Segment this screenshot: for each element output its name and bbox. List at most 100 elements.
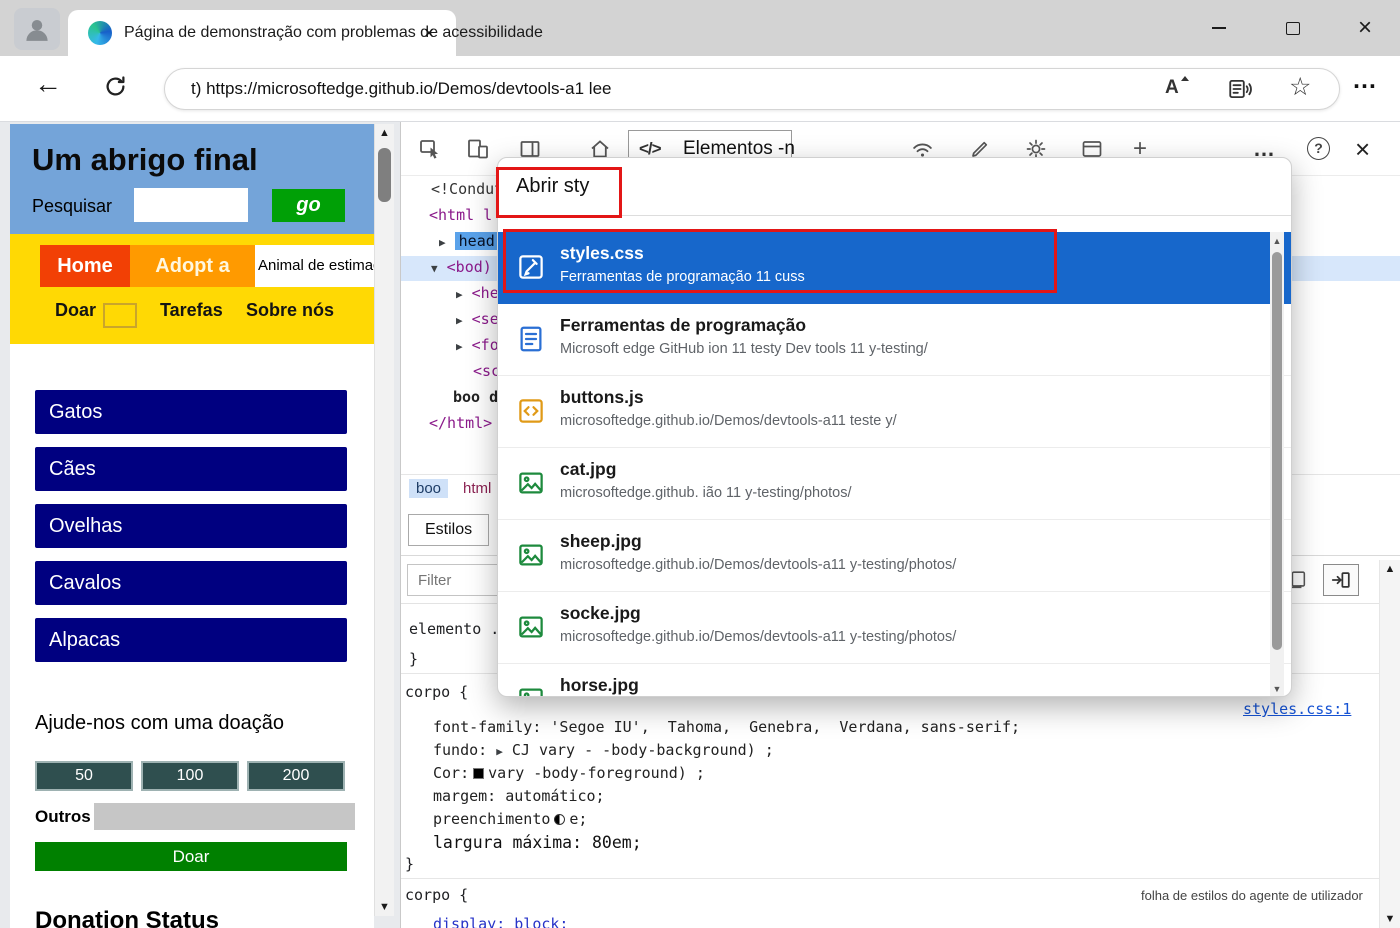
page-scrollbar[interactable]: ▲ ▼ bbox=[374, 124, 394, 916]
donate-button[interactable]: Doar bbox=[35, 842, 347, 871]
tab-estilos[interactable]: Estilos bbox=[408, 514, 489, 546]
expand-icon[interactable]: ▶ bbox=[456, 288, 463, 301]
css-rule2-selector[interactable]: corpo { bbox=[405, 683, 468, 701]
css-prop-display[interactable]: display: block; bbox=[433, 915, 568, 928]
dom-head-label: head bbox=[455, 232, 499, 250]
document-icon bbox=[516, 324, 546, 354]
styles-scrollbar[interactable]: ▲ ▼ bbox=[1379, 560, 1400, 928]
browser-tab[interactable]: Página de demonstração com problemas de … bbox=[68, 10, 456, 56]
profile-avatar[interactable] bbox=[14, 8, 60, 50]
devtools-close-button[interactable]: × bbox=[1355, 122, 1370, 176]
css-rule3-selector[interactable]: corpo { bbox=[405, 886, 468, 904]
dom-body-label: <bod) bbox=[447, 258, 492, 276]
quick-open-query[interactable]: Abrir sty bbox=[516, 158, 589, 214]
collapse-icon[interactable]: ▼ bbox=[431, 262, 438, 275]
result-styles-css[interactable]: styles.css Ferramentas de programação 11… bbox=[498, 232, 1292, 304]
amount-button-100[interactable]: 100 bbox=[141, 761, 239, 791]
category-button-alpacas[interactable]: Alpacas bbox=[35, 618, 347, 662]
amount-button-50[interactable]: 50 bbox=[35, 761, 133, 791]
breadcrumb-body[interactable]: boo bbox=[409, 479, 448, 498]
breadcrumb-html[interactable]: html bbox=[463, 480, 491, 497]
expand-icon[interactable]: ▶ bbox=[439, 236, 446, 249]
favorites-star-icon[interactable]: ☆ bbox=[1289, 72, 1311, 102]
new-style-rule-button[interactable] bbox=[1323, 564, 1359, 596]
url-text: t) https://microsoftedge.github.io/Demos… bbox=[191, 69, 612, 109]
tab-close-icon[interactable]: × bbox=[417, 21, 441, 45]
window-close-button[interactable]: × bbox=[1342, 13, 1388, 43]
webpage-viewport: Um abrigo final Pesquisar go Home Adopt … bbox=[10, 124, 374, 928]
css-prop-margin[interactable]: margem: automático; bbox=[433, 787, 605, 805]
result-socke-jpg[interactable]: socke.jpg microsoftedge.github.io/Demos/… bbox=[498, 592, 1292, 664]
address-bar[interactable]: t) https://microsoftedge.github.io/Demos… bbox=[164, 68, 1340, 110]
browser-toolbar: ← t) https://microsoftedge.github.io/Dem… bbox=[0, 56, 1400, 122]
help-button[interactable]: ? bbox=[1307, 137, 1330, 160]
scroll-up-icon[interactable]: ▲ bbox=[375, 127, 394, 139]
result-ferramentas[interactable]: Ferramentas de programação Microsoft edg… bbox=[498, 304, 1292, 376]
nav-doar[interactable]: Doar bbox=[55, 300, 96, 321]
expand-icon[interactable]: ▶ bbox=[456, 340, 463, 353]
color-swatch[interactable] bbox=[473, 768, 484, 779]
category-button-gatos[interactable]: Gatos bbox=[35, 390, 347, 434]
result-subtitle: microsoftedge.github.io/Demos/devtools-a… bbox=[560, 557, 956, 573]
scrollbar-thumb[interactable] bbox=[1272, 252, 1282, 650]
agent-stylesheet-note: folha de estilos do agente de utilizador bbox=[1141, 888, 1363, 903]
dom-child-section[interactable]: ▶ <se bbox=[456, 310, 499, 328]
result-title: Ferramentas de programação bbox=[560, 315, 806, 336]
amount-button-200[interactable]: 200 bbox=[247, 761, 345, 791]
dom-child-footer[interactable]: ▶ <fo bbox=[456, 336, 499, 354]
dom-html-close[interactable]: </html> bbox=[429, 414, 492, 432]
dialog-scrollbar[interactable]: ▲ ▼ bbox=[1270, 232, 1284, 697]
inspect-element-button[interactable] bbox=[417, 136, 443, 162]
immersive-reader-button[interactable] bbox=[1227, 76, 1253, 102]
scrollbar-thumb[interactable] bbox=[378, 148, 391, 202]
scroll-down-icon[interactable]: ▼ bbox=[1380, 913, 1400, 925]
maximize-button[interactable] bbox=[1270, 13, 1316, 43]
close-icon: × bbox=[1358, 13, 1372, 43]
nav-tarefas[interactable]: Tarefas bbox=[160, 300, 223, 321]
nav-sobre-nos[interactable]: Sobre nós bbox=[246, 300, 334, 321]
result-sheep-jpg[interactable]: sheep.jpg microsoftedge.github.io/Demos/… bbox=[498, 520, 1292, 592]
css-prop-font-family[interactable]: font-family: 'Segoe IU', Tahoma, Genebra… bbox=[433, 718, 1020, 736]
scroll-up-icon[interactable]: ▲ bbox=[1380, 563, 1400, 575]
site-title: Um abrigo final bbox=[32, 142, 258, 178]
refresh-button[interactable] bbox=[102, 73, 129, 100]
css-source-link[interactable]: styles.css:1 bbox=[1243, 700, 1351, 718]
result-title: styles.css bbox=[560, 243, 644, 264]
scroll-down-icon[interactable]: ▼ bbox=[375, 901, 394, 913]
expand-icon[interactable]: ▶ bbox=[456, 314, 463, 327]
caret-icon bbox=[1181, 76, 1189, 81]
category-button-caes[interactable]: Cães bbox=[35, 447, 347, 491]
browser-more-button[interactable]: … bbox=[1352, 66, 1377, 95]
category-button-ovelhas[interactable]: Ovelhas bbox=[35, 504, 347, 548]
outros-input[interactable] bbox=[94, 803, 355, 830]
search-go-button[interactable]: go bbox=[272, 189, 345, 222]
insert-rule-icon bbox=[1330, 569, 1352, 591]
css-prop-padding[interactable]: preenchimentoe; bbox=[433, 810, 587, 828]
scroll-up-icon[interactable]: ▲ bbox=[1270, 236, 1284, 246]
read-aloud-button[interactable]: A bbox=[1165, 77, 1179, 99]
dom-html-open[interactable]: <html l bbox=[429, 206, 492, 224]
css-prop-background[interactable]: fundo: ▶ CJ vary - -body-background) ; bbox=[433, 741, 774, 759]
device-emulation-button[interactable] bbox=[465, 136, 491, 162]
nav-home[interactable]: Home bbox=[40, 245, 130, 287]
nav-empty-box bbox=[103, 303, 137, 328]
result-buttons-js[interactable]: buttons.js microsoftedge.github.io/Demos… bbox=[498, 376, 1292, 448]
result-subtitle: Ferramentas de programação 11 cuss bbox=[560, 269, 805, 285]
dom-body-node[interactable]: ▼ <bod) bbox=[431, 258, 492, 276]
minimize-button[interactable] bbox=[1196, 13, 1242, 43]
dom-head-node[interactable]: ▶ head bbox=[439, 232, 499, 250]
back-button[interactable]: ← bbox=[34, 68, 62, 100]
category-button-cavalos[interactable]: Cavalos bbox=[35, 561, 347, 605]
css-prop-max-width[interactable]: largura máxima: 80em; bbox=[433, 833, 642, 852]
expand-icon[interactable]: ▶ bbox=[496, 745, 503, 758]
dom-child-header[interactable]: ▶ <he bbox=[456, 284, 499, 302]
dom-body-close[interactable]: boo d bbox=[453, 388, 498, 406]
half-circle-icon bbox=[554, 814, 565, 825]
nav-adopt[interactable]: Adopt a bbox=[130, 245, 255, 287]
edge-logo-icon bbox=[88, 21, 112, 45]
result-cat-jpg[interactable]: cat.jpg microsoftedge.github. ião 11 y-t… bbox=[498, 448, 1292, 520]
site-search-input[interactable] bbox=[134, 188, 248, 222]
scroll-down-icon[interactable]: ▼ bbox=[1270, 684, 1284, 694]
css-prop-color[interactable]: Cor:vary -body-foreground) ; bbox=[433, 764, 705, 782]
result-horse-jpg[interactable]: horse.jpg bbox=[498, 664, 1292, 697]
